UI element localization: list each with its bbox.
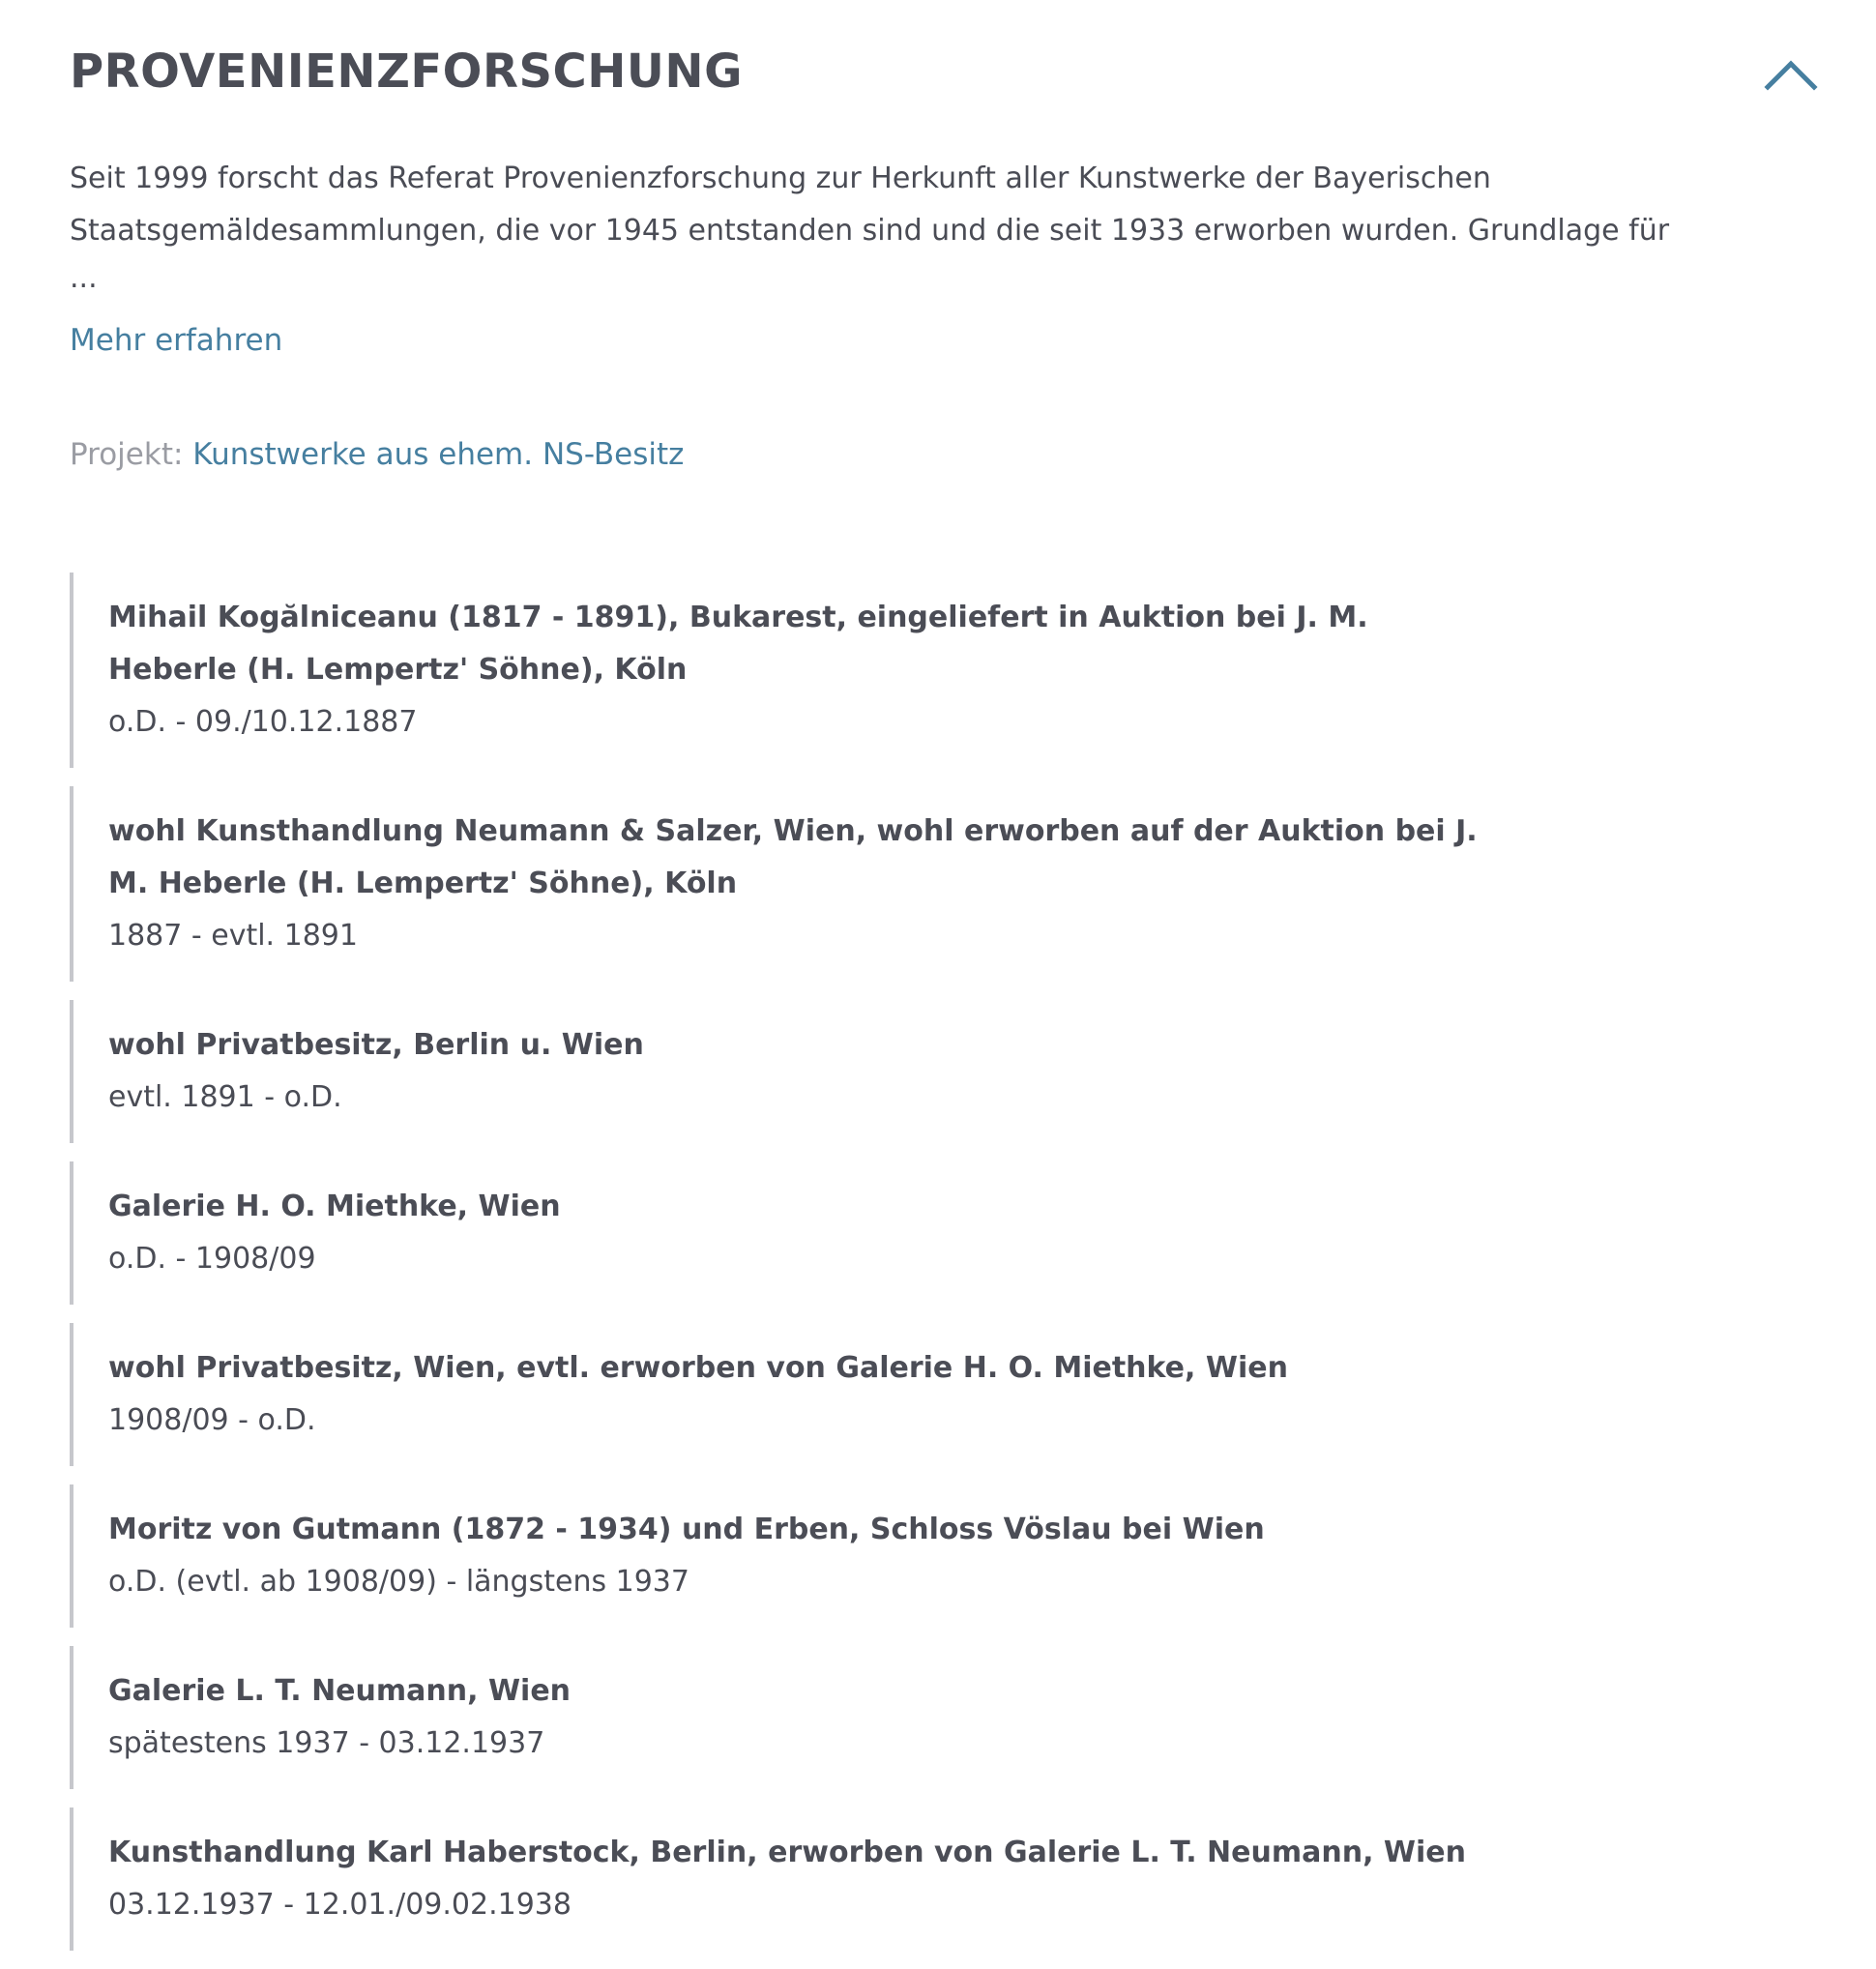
provenance-owner: wohl Privatbesitz, Wien, evtl. erworben … [108,1351,1288,1385]
provenance-date: o.D. (evtl. ab 1908/09) - längstens 1937 [108,1565,689,1599]
provenance-entry: wohl Privatbesitz, Berlin u. Wien evtl. … [70,1000,1733,1143]
provenance-owner: Galerie H. O. Miethke, Wien [108,1190,561,1223]
provenance-date: 1887 - evtl. 1891 [108,919,358,953]
provenance-date: 1908/09 - o.D. [108,1403,316,1437]
provenance-entry: Mihail Kogălniceanu (1817 - 1891), Bukar… [70,573,1733,768]
project-line: Projekt: Kunstwerke aus ehem. NS-Besitz [70,433,684,476]
section-title: PROVENIENZFORSCHUNG [70,44,743,99]
more-link[interactable]: Mehr erfahren [70,319,282,362]
provenance-date: o.D. - 1908/09 [108,1242,316,1276]
provenance-entry: Moritz von Gutmann (1872 - 1934) und Erb… [70,1484,1733,1628]
project-link[interactable]: Kunstwerke aus ehem. NS-Besitz [192,437,684,472]
project-label: Projekt: [70,437,184,472]
provenance-entry: Kunsthandlung Karl Haberstock, Berlin, e… [70,1807,1733,1951]
provenance-date: evtl. 1891 - o.D. [108,1080,342,1114]
provenance-owner: Moritz von Gutmann (1872 - 1934) und Erb… [108,1513,1265,1546]
provenance-list: Mihail Kogălniceanu (1817 - 1891), Bukar… [70,573,1733,1969]
provenance-owner: wohl Privatbesitz, Berlin u. Wien [108,1028,644,1062]
provenance-entry: Galerie H. O. Miethke, Wien o.D. - 1908/… [70,1161,1733,1305]
provenance-owner: Mihail Kogălniceanu (1817 - 1891), Bukar… [108,601,1368,687]
provenance-entry: wohl Kunsthandlung Neumann & Salzer, Wie… [70,786,1733,982]
section-header[interactable]: PROVENIENZFORSCHUNG [70,0,1820,145]
provenance-date: o.D. - 09./10.12.1887 [108,705,418,739]
provenance-date: spätestens 1937 - 03.12.1937 [108,1726,545,1760]
provenance-owner: Galerie L. T. Neumann, Wien [108,1674,572,1708]
provenance-entry: Galerie L. T. Neumann, Wien spätestens 1… [70,1646,1733,1789]
provenance-section: PROVENIENZFORSCHUNG Seit 1999 forscht da… [70,0,1820,1951]
provenance-entry: wohl Privatbesitz, Wien, evtl. erworben … [70,1323,1733,1466]
intro-ellipsis: ... [70,261,98,295]
section-intro-text: Seit 1999 forscht das Referat Provenienz… [70,162,1670,248]
provenance-owner: Kunsthandlung Karl Haberstock, Berlin, e… [108,1836,1466,1869]
provenance-owner: wohl Kunsthandlung Neumann & Salzer, Wie… [108,814,1478,900]
provenance-date: 03.12.1937 - 12.01./09.02.1938 [108,1888,572,1922]
chevron-up-icon[interactable] [1762,48,1820,97]
